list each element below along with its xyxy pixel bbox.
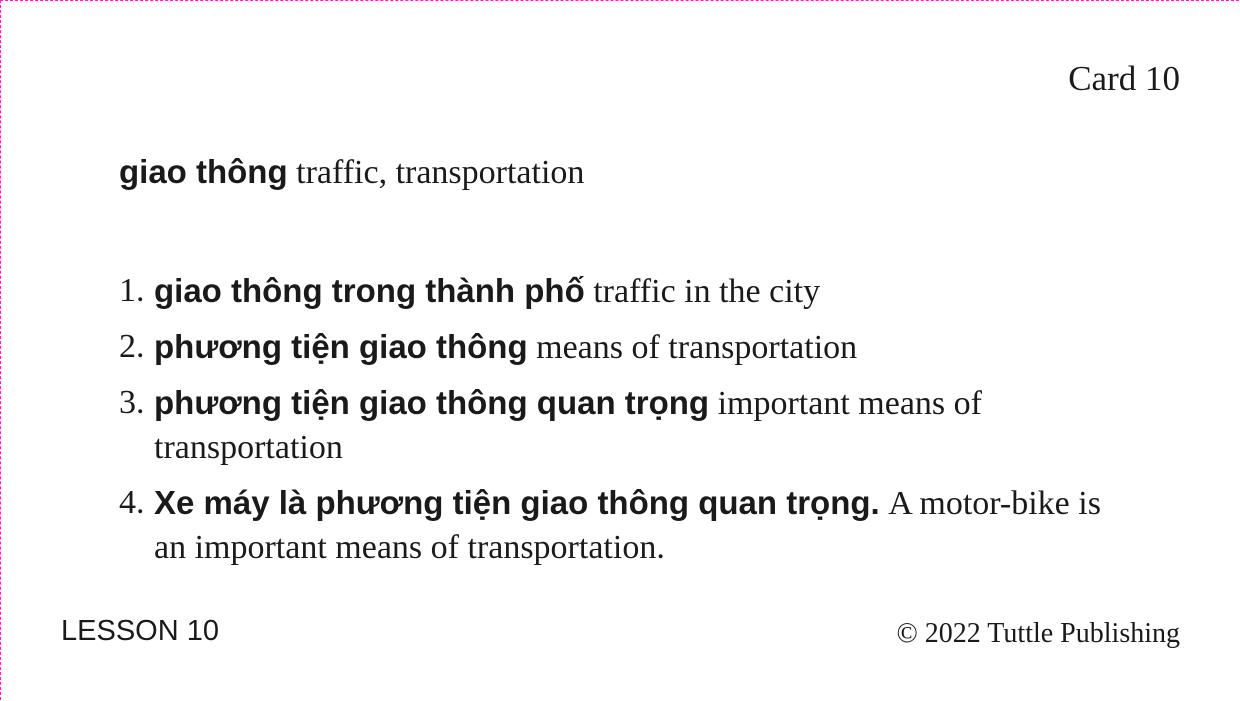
example-number: 4. [119, 484, 145, 521]
example-vietnamese: phương tiện giao thông [154, 328, 528, 365]
example-number: 2. [119, 328, 145, 365]
flashcard: Card 10 giao thông traffic, transportati… [0, 0, 1239, 700]
example-item: 3. phương tiện giao thông quan trọng imp… [119, 381, 1109, 470]
example-english: means of transportation [536, 329, 858, 366]
example-vietnamese: giao thông trong thành phố [154, 272, 585, 309]
example-number: 1. [119, 272, 145, 309]
example-list: 1. giao thông trong thành phố traffic in… [119, 269, 1109, 581]
example-item: 1. giao thông trong thành phố traffic in… [119, 269, 1109, 314]
example-vietnamese: phương tiện giao thông quan trọng [154, 384, 710, 421]
example-item: 2. phương tiện giao thông means of trans… [119, 325, 1109, 370]
lesson-label: LESSON 10 [61, 615, 219, 647]
example-number: 3. [119, 384, 145, 421]
copyright-notice: © 2022 Tuttle Publishing [896, 618, 1180, 649]
example-english: traffic in the city [593, 273, 821, 310]
headword: giao thông [119, 153, 288, 190]
card-number: Card 10 [1068, 59, 1180, 98]
example-vietnamese: Xe máy là phương tiện giao thông quan tr… [154, 484, 880, 521]
example-item: 4. Xe máy là phương tiện giao thông quan… [119, 481, 1109, 570]
headword-translation: traffic, transportation [296, 154, 585, 191]
headword-entry: giao thông traffic, transportation [119, 153, 584, 192]
